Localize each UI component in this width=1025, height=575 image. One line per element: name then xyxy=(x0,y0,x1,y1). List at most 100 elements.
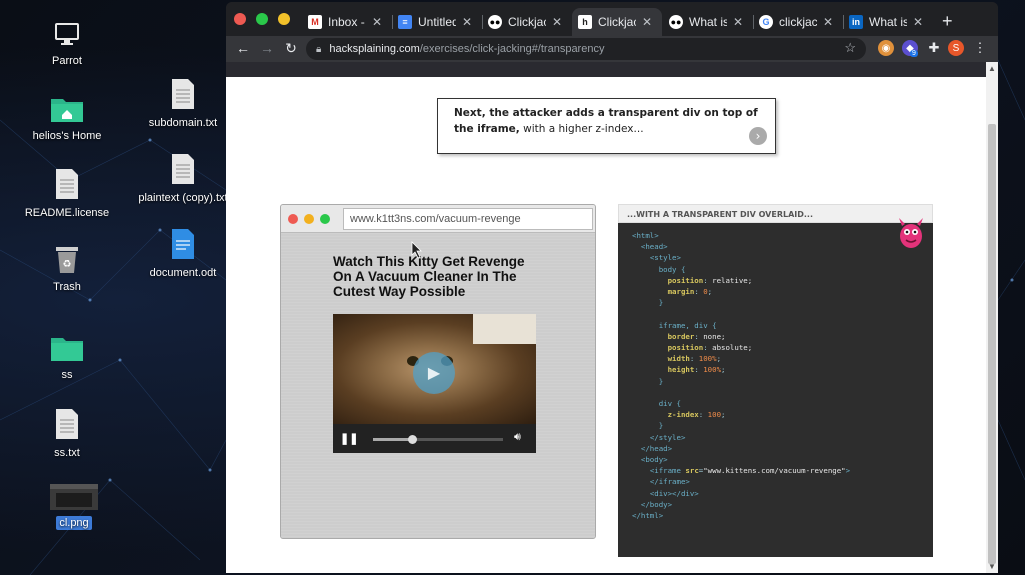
page-scrollbar[interactable]: ▲ ▼ xyxy=(986,62,998,573)
profile-avatar[interactable]: S xyxy=(948,40,964,56)
tab-title: Untitled xyxy=(418,15,456,29)
back-arrow-icon[interactable]: ← xyxy=(234,40,252,56)
folder-icon xyxy=(17,336,117,365)
desktop-icon-label: document.odt xyxy=(149,267,217,279)
mock-browser-titlebar: www.k1tt3ns.com/vacuum-revenge xyxy=(281,205,595,233)
video-progress-knob[interactable] xyxy=(408,435,417,444)
google-icon: G xyxy=(759,15,773,29)
mock-browser: www.k1tt3ns.com/vacuum-revenge Watch Thi… xyxy=(280,204,596,539)
mock-page-body: Watch This Kitty Get Revenge On A Vacuum… xyxy=(281,233,595,538)
browser-toolbar: ← → ↻ 🔒︎ hacksplaining.com/exercises/cli… xyxy=(226,36,998,62)
scroll-up-arrow-icon[interactable]: ▲ xyxy=(988,64,996,73)
tab-title: What is xyxy=(869,15,907,29)
tab-what-is-linkedin[interactable]: in What is ✕ xyxy=(843,8,933,36)
tab-google-clickjack[interactable]: G clickjack ✕ xyxy=(753,8,841,36)
tab-untitled[interactable]: ≡ Untitled ✕ xyxy=(392,8,480,36)
new-tab-icon[interactable]: + xyxy=(942,11,953,32)
puzzle-extensions-icon[interactable]: ✚ xyxy=(926,40,942,56)
lock-icon: 🔒︎ xyxy=(316,43,322,55)
document-icon xyxy=(133,228,233,263)
tab-inbox[interactable]: M Inbox - s ✕ xyxy=(302,8,390,36)
mouse-cursor-icon xyxy=(411,241,422,259)
tab-title: Inbox - s xyxy=(328,15,366,29)
close-tab-icon[interactable]: ✕ xyxy=(823,15,833,29)
menu-kebab-icon[interactable]: ⋮ xyxy=(972,40,988,56)
monitor-icon xyxy=(17,20,117,51)
tab-strip: M Inbox - s ✕ ≡ Untitled ✕ ●● Clickjack … xyxy=(226,2,998,36)
site-header-strip xyxy=(226,62,986,77)
web-page: Next, the attacker adds a transparent di… xyxy=(226,62,998,573)
text-file-icon xyxy=(133,78,233,113)
play-icon[interactable]: ▶ xyxy=(413,352,455,394)
desktop-icon-label: cl.png xyxy=(56,516,92,530)
desktop-icon-label: Trash xyxy=(53,281,81,293)
desktop-icon-readme[interactable]: README.license xyxy=(17,168,117,219)
video-player[interactable]: ▶ ❚❚ 🔊︎ xyxy=(333,314,536,453)
video-progress-fill xyxy=(373,438,412,441)
code-panel-heading: ...WITH A TRANSPARENT DIV OVERLAID... xyxy=(618,204,933,223)
close-tab-icon[interactable]: ✕ xyxy=(733,15,743,29)
mock-maximize-dot xyxy=(320,214,330,224)
reload-icon[interactable]: ↻ xyxy=(282,40,300,57)
desktop-icon-subdomain[interactable]: subdomain.txt xyxy=(133,78,233,129)
minimize-window-button[interactable] xyxy=(278,13,290,25)
home-folder-icon xyxy=(17,95,117,126)
next-step-button[interactable]: › xyxy=(749,127,767,145)
maximize-window-button[interactable] xyxy=(256,13,268,25)
desktop-icon-ss-txt[interactable]: ss.txt xyxy=(17,408,117,459)
video-controls: ❚❚ 🔊︎ xyxy=(333,424,536,453)
tab-title: What is xyxy=(689,15,727,29)
desktop-icon-ss-folder[interactable]: ss xyxy=(17,336,117,381)
close-tab-icon[interactable]: ✕ xyxy=(913,15,923,29)
volume-icon[interactable]: 🔊︎ xyxy=(514,431,521,444)
tab-clickjack-medium[interactable]: ●● Clickjack ✕ xyxy=(482,8,570,36)
desktop-icon-cl-png[interactable]: cl.png xyxy=(24,484,124,530)
desktop-icon-label: Parrot xyxy=(52,55,82,67)
extension-badge: 9 xyxy=(910,50,918,57)
gmail-icon: M xyxy=(308,15,322,29)
browser-window: M Inbox - s ✕ ≡ Untitled ✕ ●● Clickjack … xyxy=(226,2,998,573)
close-window-button[interactable] xyxy=(234,13,246,25)
hacksplaining-icon: h xyxy=(578,15,592,29)
desktop-icon-label: subdomain.txt xyxy=(148,117,218,129)
monster-mascot-icon xyxy=(899,218,923,248)
code-panel: ...WITH A TRANSPARENT DIV OVERLAID... <h… xyxy=(618,204,933,557)
medium-icon: ●● xyxy=(669,15,683,29)
close-tab-icon[interactable]: ✕ xyxy=(642,15,652,29)
desktop-icon-trash[interactable]: ♻ Trash xyxy=(17,244,117,293)
close-tab-icon[interactable]: ✕ xyxy=(552,15,562,29)
url-path: /exercises/click-jacking#/transparency xyxy=(419,43,605,55)
mock-url-bar: www.k1tt3ns.com/vacuum-revenge xyxy=(343,208,593,230)
tab-title: Clickjack xyxy=(598,15,636,29)
desktop-icon-home[interactable]: helios's Home xyxy=(17,95,117,142)
desktop-icon-plaintext-copy[interactable]: plaintext (copy).txt xyxy=(133,153,233,204)
text-file-icon xyxy=(17,408,117,443)
scrollbar-thumb[interactable] xyxy=(988,124,996,564)
tab-clickjack-active[interactable]: h Clickjack ✕ xyxy=(572,8,662,36)
address-bar[interactable]: 🔒︎ hacksplaining.com/exercises/click-jac… xyxy=(306,38,866,60)
close-tab-icon[interactable]: ✕ xyxy=(462,15,472,29)
video-title: Watch This Kitty Get Revenge On A Vacuum… xyxy=(333,254,525,299)
bookmark-star-icon[interactable]: ☆ xyxy=(844,40,856,56)
tab-title: clickjack xyxy=(779,15,817,29)
medium-icon: ●● xyxy=(488,15,502,29)
pause-icon[interactable]: ❚❚ xyxy=(340,432,358,445)
tab-what-is-medium[interactable]: ●● What is ✕ xyxy=(663,8,751,36)
svg-text:♻: ♻ xyxy=(63,259,72,270)
code-block: <html> <head> <style> body { position: r… xyxy=(632,231,851,521)
desktop-icon-document[interactable]: document.odt xyxy=(133,228,233,279)
text-file-icon xyxy=(133,153,233,188)
desktop-icon-label: plaintext (copy).txt xyxy=(138,192,228,204)
trash-icon: ♻ xyxy=(17,244,117,277)
forward-arrow-icon[interactable]: → xyxy=(258,40,276,56)
desktop-icon-label: ss xyxy=(61,369,73,381)
instruction-callout: Next, the attacker adds a transparent di… xyxy=(437,98,776,154)
desktop-icon-label: README.license xyxy=(24,207,110,219)
callout-text: with a higher z-index... xyxy=(519,122,644,135)
scroll-down-arrow-icon[interactable]: ▼ xyxy=(988,562,996,571)
mock-minimize-dot xyxy=(304,214,314,224)
video-progress-bar[interactable] xyxy=(373,435,503,444)
close-tab-icon[interactable]: ✕ xyxy=(372,15,382,29)
cookie-extension-icon[interactable]: ◉ xyxy=(878,40,894,56)
desktop-icon-parrot[interactable]: Parrot xyxy=(17,20,117,67)
